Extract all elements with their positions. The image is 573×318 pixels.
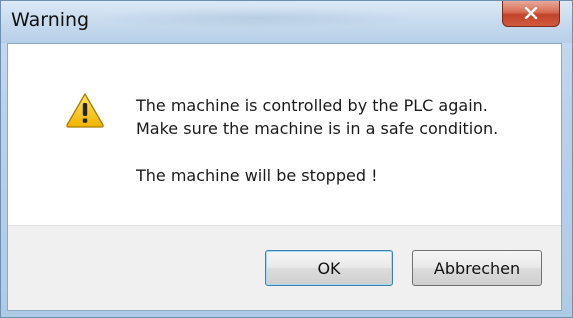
message-line-3: The machine will be stopped ! xyxy=(136,166,378,185)
warning-dialog-window: Warning The machine is controlled by the… xyxy=(0,0,573,318)
close-button[interactable] xyxy=(502,1,560,27)
message-line-1: The machine is controlled by the PLC aga… xyxy=(136,96,488,115)
cancel-button[interactable]: Abbrechen xyxy=(412,250,542,286)
dialog-content: The machine is controlled by the PLC aga… xyxy=(7,43,562,311)
title-bar[interactable]: Warning xyxy=(1,1,572,43)
ok-button[interactable]: OK xyxy=(265,250,393,286)
message-line-2: Make sure the machine is in a safe condi… xyxy=(136,119,499,138)
window-title: Warning xyxy=(11,9,90,31)
close-icon xyxy=(524,7,538,19)
warning-triangle-icon xyxy=(66,93,104,128)
